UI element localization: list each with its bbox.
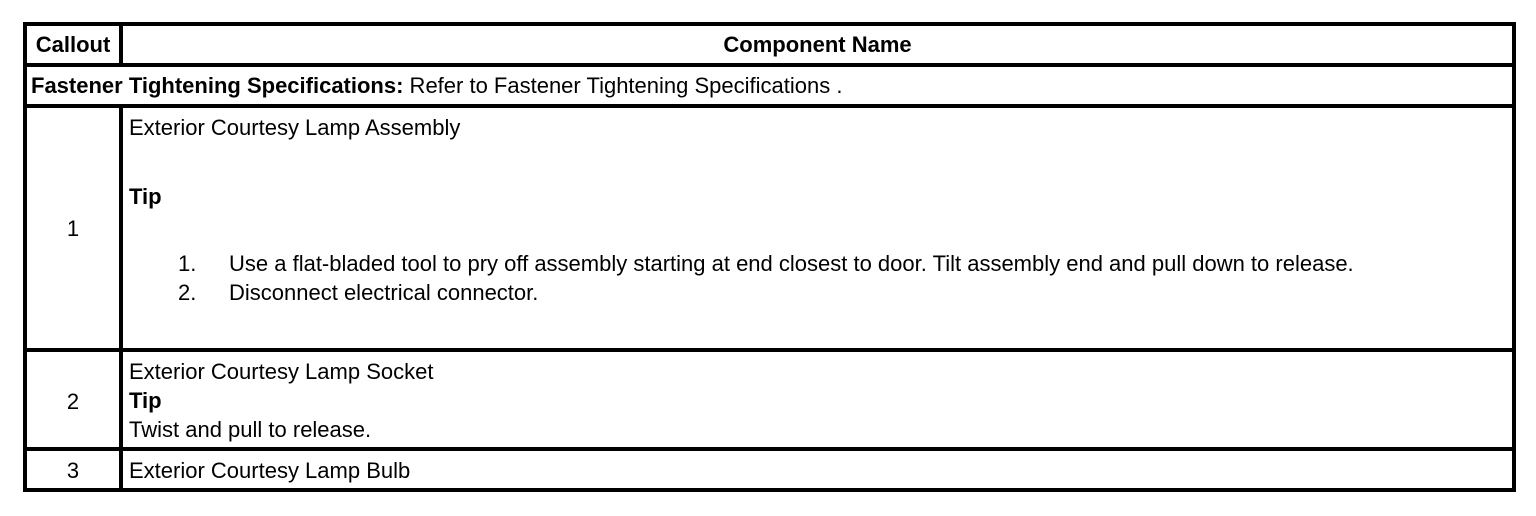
column-divider-body [119,104,123,492]
table-border-top [23,22,1516,26]
row-1-component-name: Exterior Courtesy Lamp Assembly [129,115,461,140]
row-1-callout: 1 [66,216,80,241]
row-1-step-2-number: 2. [178,280,197,305]
callout-header: Callout [35,32,111,57]
row-1-tip-label: Tip [129,184,162,209]
spec-divider [23,104,1516,108]
row-2-tip-label: Tip [129,388,162,413]
row-2-tip-text: Twist and pull to release. [129,417,372,442]
component-name-header: Component Name [723,32,912,57]
row-2-divider [23,447,1516,451]
fastener-spec-row: Fastener Tightening Specifications: Refe… [31,73,842,99]
row-2-callout: 2 [66,389,80,414]
fastener-spec-text: Refer to Fastener Tightening Specificati… [403,73,843,98]
row-2-component-name: Exterior Courtesy Lamp Socket [129,359,434,384]
table-border-bottom [23,488,1516,492]
table-border-left [23,22,27,492]
row-1-step-1-text: Use a flat-bladed tool to pry off assemb… [229,251,1354,276]
row-1-divider [23,348,1516,352]
row-3-callout: 3 [66,458,80,483]
component-table: Callout Component Name Fastener Tighteni… [23,22,1516,492]
row-1-step-2-text: Disconnect electrical connector. [229,280,539,305]
fastener-spec-label: Fastener Tightening Specifications: [31,73,404,98]
row-3-component-name: Exterior Courtesy Lamp Bulb [129,458,411,483]
table-border-right [1512,22,1516,492]
row-1-step-1-number: 1. [178,251,197,276]
header-divider [23,63,1516,67]
